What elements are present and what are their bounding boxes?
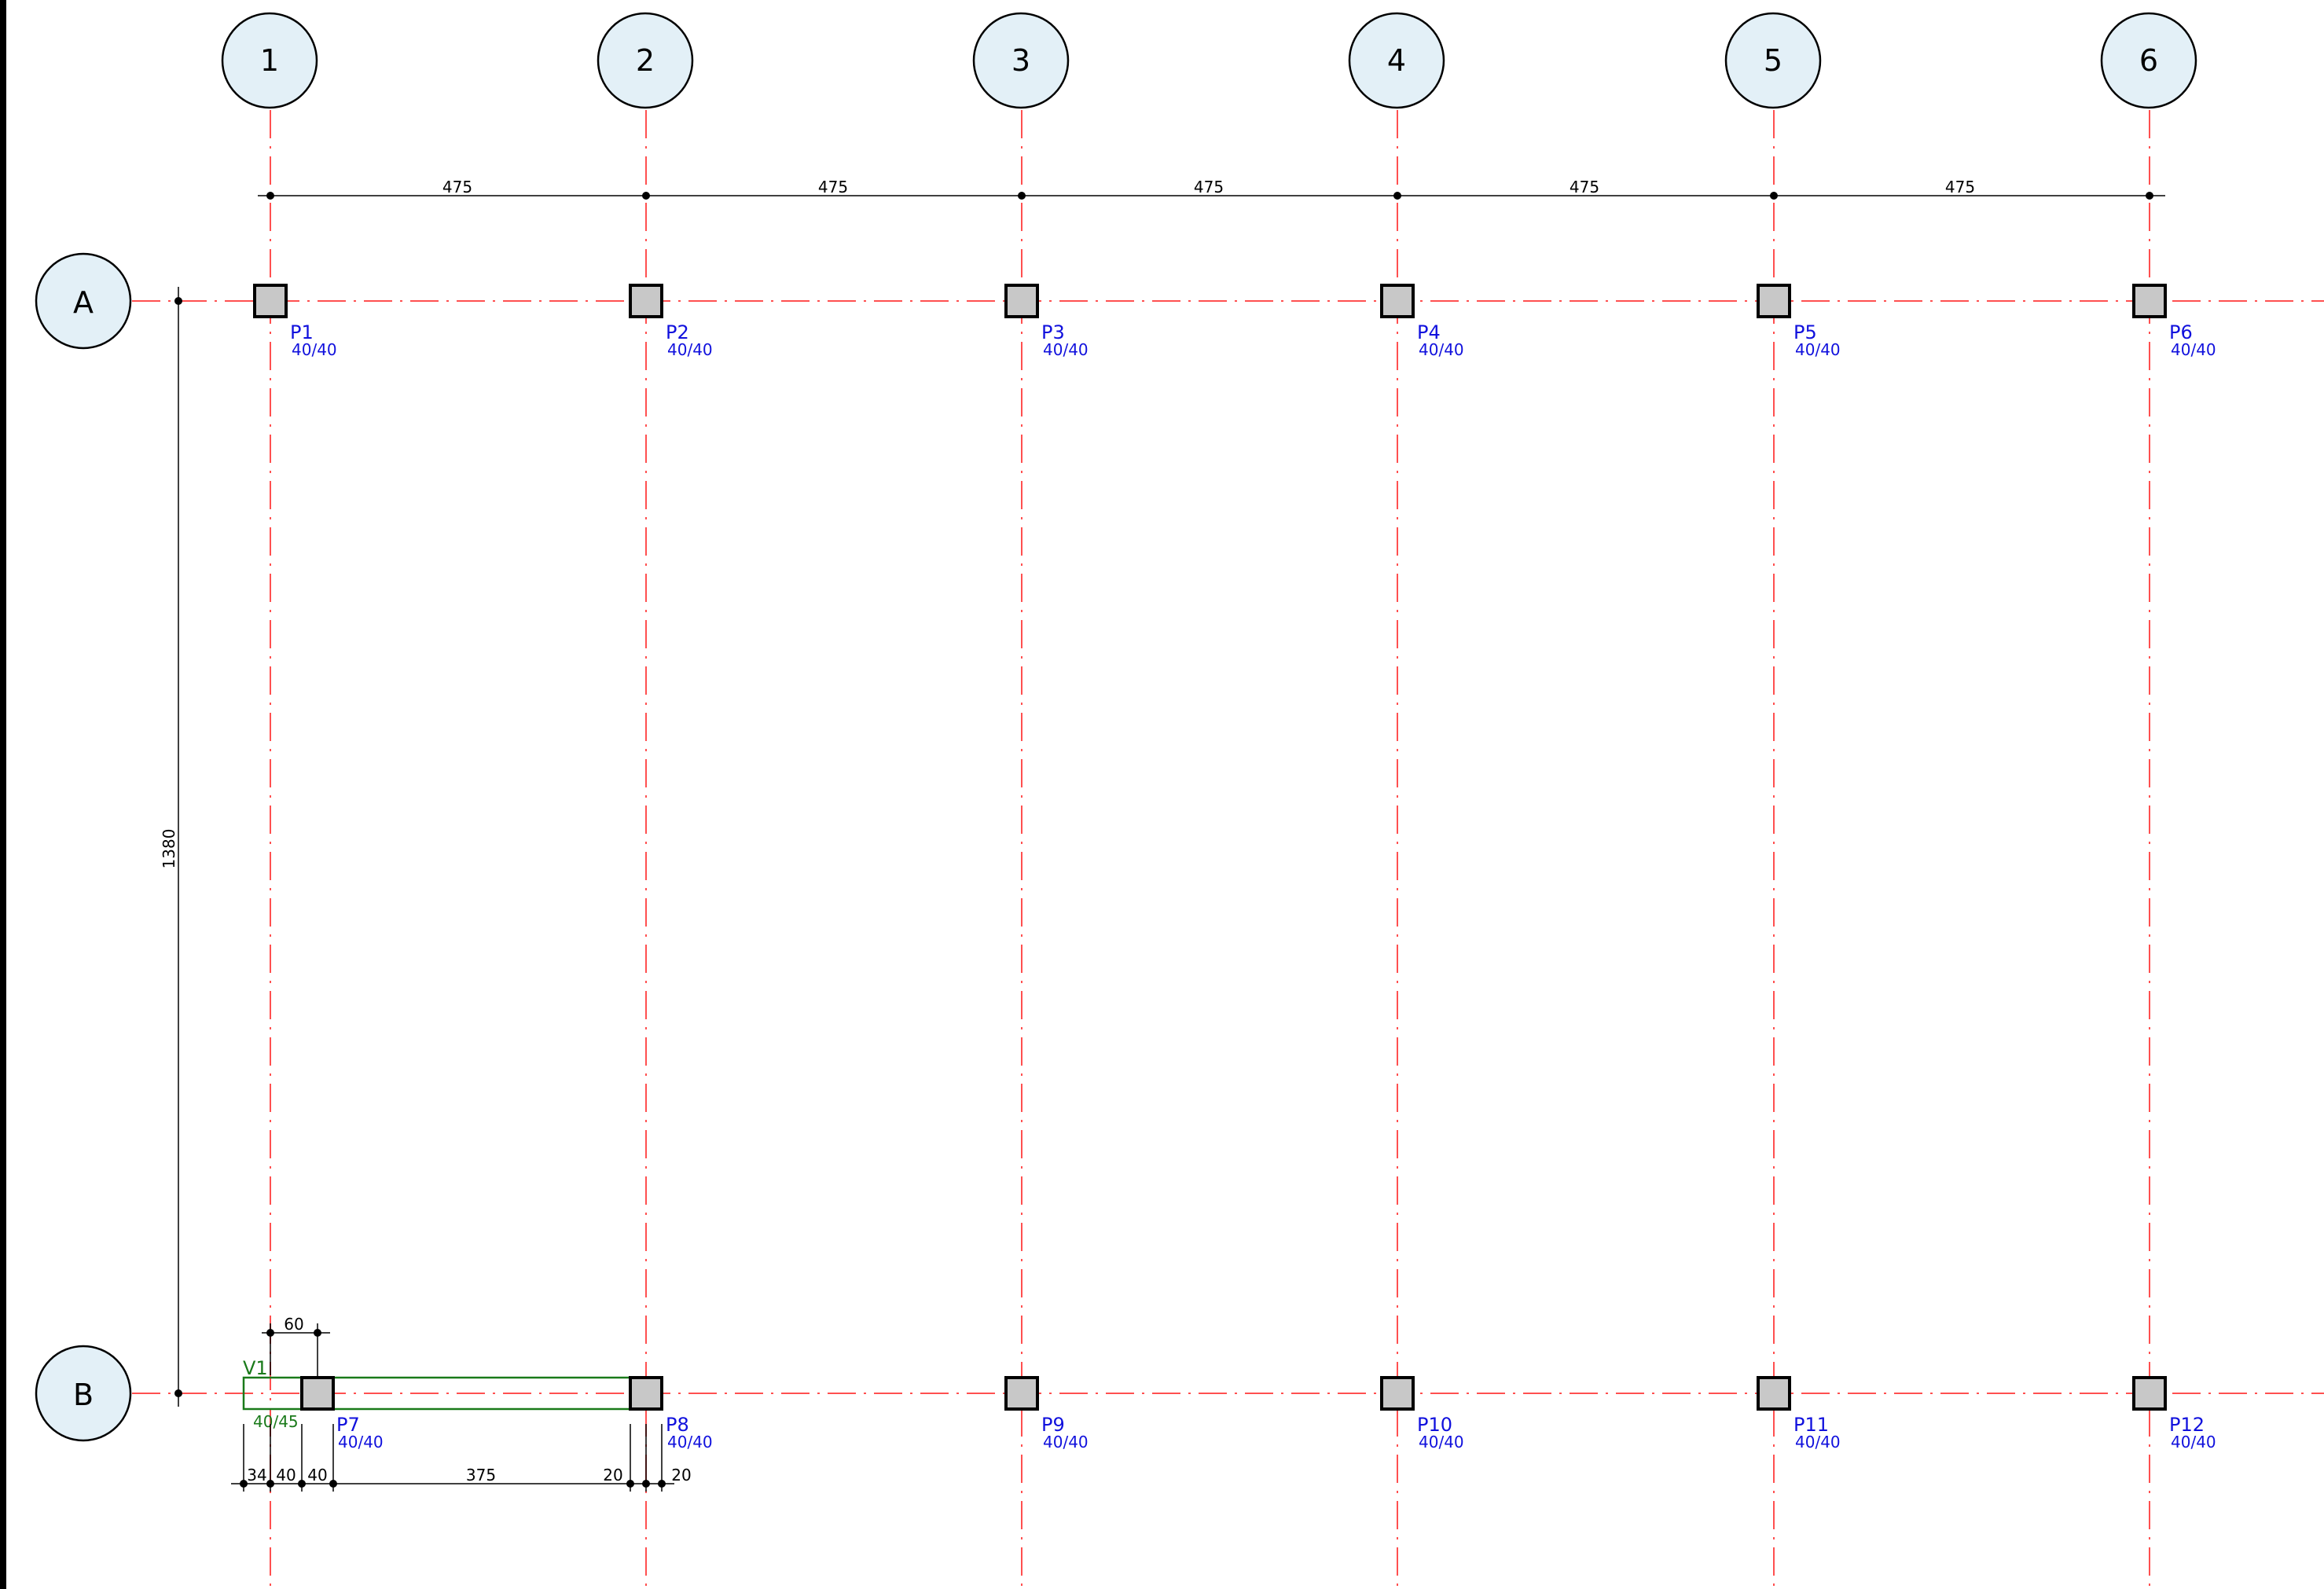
column-size: 40/40: [2171, 1433, 2216, 1451]
column-p4: P4 40/40: [1380, 284, 1464, 359]
column-size: 40/40: [667, 1433, 713, 1451]
column-size: 40/40: [1043, 1433, 1089, 1451]
dimension-label: 60: [284, 1315, 303, 1334]
dimension-label: 34: [247, 1466, 266, 1484]
structural-plan: 1 2 3 4 5 6 A B 475 475 475 475 475 1380…: [35, 12, 2324, 1589]
dimension-tick: [642, 1480, 650, 1488]
axis-label: 1: [260, 43, 279, 78]
column-size: 40/40: [1795, 1433, 1841, 1451]
dimension-label: 20: [603, 1466, 622, 1484]
dimension-tick: [174, 1389, 182, 1397]
column-p11: P11 40/40: [1757, 1376, 1841, 1451]
axis-label: 5: [1764, 43, 1782, 78]
dimension-tick: [1018, 192, 1026, 200]
dimension-label: 475: [1194, 178, 1224, 196]
dimension-label: 475: [818, 178, 848, 196]
dimension-tick: [626, 1480, 634, 1488]
column-size: 40/40: [1419, 340, 1464, 359]
axis-bubble-3: 3: [972, 12, 1070, 109]
dimension-tick: [1393, 192, 1401, 200]
column-p5: P5 40/40: [1757, 284, 1841, 359]
axis-bubble-2: 2: [597, 12, 694, 109]
column-p12: P12 40/40: [2132, 1376, 2216, 1451]
dimension-label: 20: [671, 1466, 691, 1484]
axis-bubble-B: B: [35, 1345, 132, 1442]
dimension-label: 375: [466, 1466, 496, 1484]
dimension-tick: [642, 192, 650, 200]
axis-bubble-5: 5: [1724, 12, 1822, 109]
horizontal-grid-lines: [132, 300, 2324, 1394]
axis-label: A: [73, 285, 94, 320]
dimension-tick: [2146, 192, 2153, 200]
column-size: 40/40: [2171, 340, 2216, 359]
column-size: 40/40: [1795, 340, 1841, 359]
axis-bubble-1: 1: [221, 12, 318, 109]
axis-label: 6: [2139, 43, 2158, 78]
dimension-tick: [298, 1480, 306, 1488]
dimension-label: 40: [307, 1466, 327, 1484]
column-size: 40/40: [667, 340, 713, 359]
dimension-label: 475: [442, 178, 472, 196]
dimension-tick: [266, 1480, 274, 1488]
dimension-tick: [658, 1480, 666, 1488]
column-p3: P3 40/40: [1004, 284, 1089, 359]
beam-name: V1: [243, 1357, 268, 1379]
axis-bubble-A: A: [35, 252, 132, 350]
beam-size: 40/45: [253, 1412, 299, 1431]
column-p6: P6 40/40: [2132, 284, 2216, 359]
column-p8: P8 40/40: [629, 1376, 713, 1451]
column-size: 40/40: [1043, 340, 1089, 359]
column-p1: P1 40/40: [253, 284, 337, 359]
beam-top-dimension: 60: [262, 1315, 330, 1377]
dimension-tick: [329, 1480, 337, 1488]
dimension-tick: [174, 297, 182, 305]
dimension-tick: [266, 192, 274, 200]
dimension-tick: [1770, 192, 1778, 200]
dimension-tick: [266, 1329, 274, 1337]
column-size: 40/40: [1419, 1433, 1464, 1451]
axis-bubble-6: 6: [2100, 12, 2197, 109]
columns-row-b: P7 40/40 P8 40/40 P9 40/40 P10 40/40 P11…: [300, 1376, 2216, 1451]
dimension-label: 475: [1570, 178, 1599, 196]
dimension-label: 1380: [160, 829, 178, 869]
axis-bubble-4: 4: [1348, 12, 1445, 109]
column-axis-bubbles: 1 2 3 4 5 6: [221, 12, 2197, 109]
column-p9: P9 40/40: [1004, 1376, 1089, 1451]
top-dimension-chain: 475 475 475 475 475: [258, 178, 2165, 200]
axis-label: 2: [636, 43, 655, 78]
row-axis-bubbles: A B: [35, 252, 132, 1442]
axis-label: B: [73, 1378, 94, 1412]
column-size: 40/40: [338, 1433, 384, 1451]
axis-label: 3: [1011, 43, 1030, 78]
column-p2: P2 40/40: [629, 284, 713, 359]
left-vertical-dimension: 1380: [160, 287, 182, 1407]
dimension-tick: [314, 1329, 321, 1337]
beam-bottom-dimension-chain: 34 40 40 375 20 20: [231, 1424, 692, 1492]
columns-row-a: P1 40/40 P2 40/40 P3 40/40 P4 40/40 P5 4…: [253, 284, 2216, 359]
axis-label: 4: [1387, 43, 1406, 78]
column-p7: P7 40/40: [300, 1376, 384, 1451]
dimension-label: 40: [276, 1466, 296, 1484]
column-size: 40/40: [292, 340, 337, 359]
vertical-grid-lines: [270, 110, 2150, 1589]
dimension-label: 475: [1945, 178, 1975, 196]
column-p10: P10 40/40: [1380, 1376, 1464, 1451]
